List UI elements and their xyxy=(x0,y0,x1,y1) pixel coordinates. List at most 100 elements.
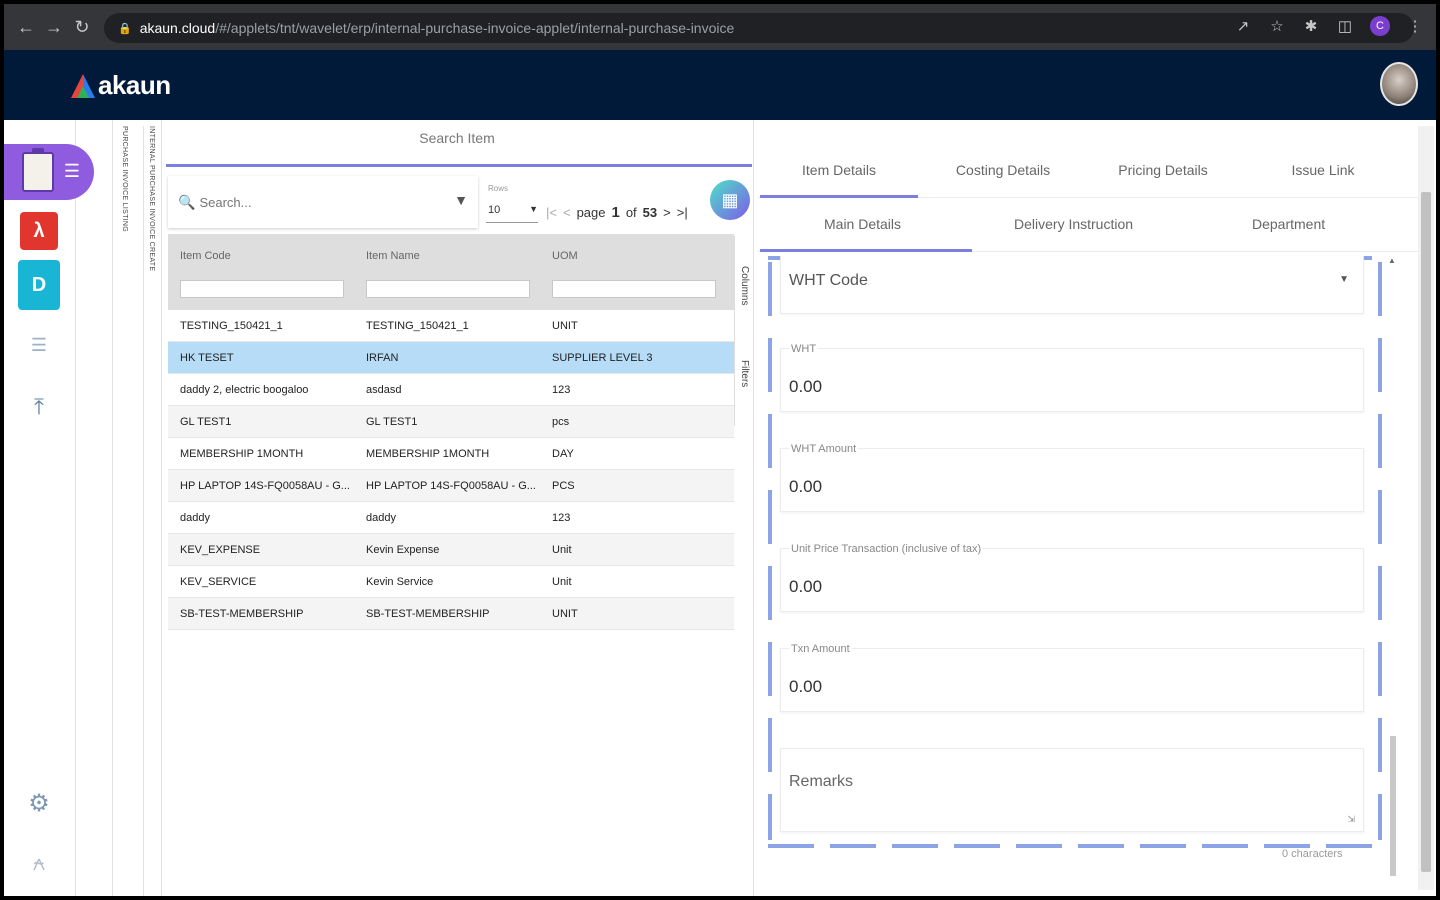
address-bar[interactable]: 🔒 akaun.cloud/#/applets/tnt/wavelet/erp/… xyxy=(104,13,1414,43)
item-code-cell: HK TESET xyxy=(180,352,234,364)
table-row[interactable]: TESTING_150421_1 TESTING_150421_1 UNIT xyxy=(168,310,734,342)
profile-icon[interactable]: C xyxy=(1370,16,1390,36)
uom-filter-input[interactable] xyxy=(552,280,716,298)
current-page: 1 xyxy=(611,204,620,221)
table-row[interactable]: GL TEST1 GL TEST1 pcs xyxy=(168,406,734,438)
table-row-selected[interactable]: HK TESET IRFAN SUPPLIER LEVEL 3 xyxy=(168,342,734,374)
reload-icon[interactable]: ↻ xyxy=(68,13,96,41)
wht-amount-field[interactable]: WHT Amount 0.00 xyxy=(780,443,1364,512)
wht-amount-label: WHT Amount xyxy=(789,443,859,455)
item-code-cell: TESTING_150421_1 xyxy=(180,320,283,332)
uom-cell: PCS xyxy=(552,480,575,492)
caret-down-icon: ▼ xyxy=(1339,274,1349,285)
tab-item-details[interactable]: Item Details xyxy=(760,162,918,178)
pdf-icon[interactable]: λ xyxy=(20,212,58,250)
character-count: 0 characters xyxy=(1282,848,1343,860)
column-header-item-code[interactable]: Item Code xyxy=(180,250,231,262)
columns-toggle[interactable]: Columns xyxy=(739,266,750,305)
table-row[interactable]: SB-TEST-MEMBERSHIP SB-TEST-MEMBERSHIP UN… xyxy=(168,598,734,630)
uom-cell: Unit xyxy=(552,544,572,556)
prev-page-icon[interactable]: < xyxy=(563,205,571,220)
back-icon[interactable]: ← xyxy=(12,13,40,41)
table-row[interactable]: HP LAPTOP 14S-FQ0058AU - G... HP LAPTOP … xyxy=(168,470,734,502)
item-name-cell: GL TEST1 xyxy=(366,416,418,428)
table-row[interactable]: daddy 2, electric boogaloo asdasd 123 xyxy=(168,374,734,406)
column-header-item-name[interactable]: Item Name xyxy=(366,250,420,262)
document-icon[interactable]: D xyxy=(18,260,60,310)
last-page-icon[interactable]: >| xyxy=(677,205,688,220)
item-name-cell: MEMBERSHIP 1MONTH xyxy=(366,448,490,460)
url-host: akaun.cloud xyxy=(139,20,216,36)
rows-label: Rows xyxy=(488,184,509,193)
form-scroll-thumb[interactable] xyxy=(1390,736,1396,876)
extensions-icon[interactable]: ✱ xyxy=(1302,17,1320,35)
detail-subtabs: Main Details Delivery Instruction Depart… xyxy=(758,200,1432,252)
rows-per-page-select[interactable]: Rows 10 ▼ xyxy=(486,176,538,228)
wht-field[interactable]: WHT 0.00 xyxy=(780,343,1364,412)
list-icon[interactable]: ☰ xyxy=(20,326,58,364)
app-header: akaun xyxy=(4,50,1436,120)
item-code-cell: HP LAPTOP 14S-FQ0058AU - G... xyxy=(180,480,350,492)
tab-costing-details[interactable]: Costing Details xyxy=(924,162,1082,178)
drop-zone-border-left xyxy=(768,262,772,840)
menu-expand-icon[interactable]: ☰ xyxy=(64,161,80,182)
subtab-main-details[interactable]: Main Details xyxy=(824,216,901,232)
remarks-textarea[interactable]: Remarks ⇲ xyxy=(780,748,1364,832)
browser-actions: ↗ ☆ ✱ ◫ C ⋮ xyxy=(1234,16,1424,36)
panel-scroll-thumb[interactable] xyxy=(1421,192,1431,872)
unit-price-field[interactable]: Unit Price Transaction (inclusive of tax… xyxy=(780,543,1364,612)
resize-handle-icon[interactable]: ⇲ xyxy=(1347,814,1355,825)
filter-icon[interactable]: ▼ xyxy=(454,192,468,208)
item-name-cell: asdasd xyxy=(366,384,402,396)
avatar[interactable] xyxy=(1380,62,1418,106)
forward-icon[interactable]: → xyxy=(40,13,68,41)
active-subtab-indicator xyxy=(760,249,972,252)
wht-code-label: WHT Code xyxy=(789,272,868,289)
share-icon[interactable]: ↗ xyxy=(1234,17,1252,35)
kebab-menu-icon[interactable]: ⋮ xyxy=(1406,17,1424,35)
of-label: of xyxy=(625,205,637,220)
next-page-icon[interactable]: > xyxy=(663,205,671,220)
grid-view-button[interactable]: ▦ xyxy=(710,180,750,220)
vtab-invoice-listing[interactable]: PURCHASE INVOICE LISTING xyxy=(121,126,128,232)
sidepanel-icon[interactable]: ◫ xyxy=(1336,17,1354,35)
panel-scrollbar[interactable] xyxy=(1418,126,1434,890)
browser-toolbar: ← → ↻ 🔒 akaun.cloud/#/applets/tnt/wavele… xyxy=(4,4,1436,50)
subtab-department[interactable]: Department xyxy=(1252,216,1325,232)
vtab-invoice-create[interactable]: INTERNAL PURCHASE INVOICE CREATE xyxy=(143,126,155,896)
table-row[interactable]: daddy daddy 123 xyxy=(168,502,734,534)
pagination: |< < page 1 of 53 > >| xyxy=(546,204,688,221)
tab-issue-link[interactable]: Issue Link xyxy=(1244,162,1402,178)
wht-code-select[interactable]: WHT Code ▼ xyxy=(780,256,1364,314)
item-code-cell: GL TEST1 xyxy=(180,416,232,428)
app-frame: ← → ↻ 🔒 akaun.cloud/#/applets/tnt/wavele… xyxy=(4,4,1436,896)
column-header-uom[interactable]: UOM xyxy=(552,250,578,262)
logo-mark-icon xyxy=(71,73,95,98)
gear-icon[interactable]: ⚙ xyxy=(20,784,58,822)
logo[interactable]: akaun xyxy=(70,70,171,101)
active-applet-button[interactable]: ☰ xyxy=(4,144,94,200)
tab-pricing-details[interactable]: Pricing Details xyxy=(1084,162,1242,178)
first-page-icon[interactable]: |< xyxy=(546,205,557,220)
grid-side-toolbar: Columns Filters xyxy=(734,236,754,426)
page-label: page xyxy=(576,205,606,220)
star-icon[interactable]: ☆ xyxy=(1268,17,1286,35)
table-row[interactable]: KEV_EXPENSE Kevin Expense Unit xyxy=(168,534,734,566)
table-row[interactable]: KEV_SERVICE Kevin Service Unit xyxy=(168,566,734,598)
item-code-filter-input[interactable] xyxy=(180,280,344,298)
subtab-delivery-instruction[interactable]: Delivery Instruction xyxy=(1014,216,1133,232)
scroll-up-icon[interactable]: ▲ xyxy=(1388,256,1396,265)
uom-cell: Unit xyxy=(552,576,572,588)
headset-icon[interactable]: ⍲ xyxy=(20,844,58,882)
upload-icon[interactable]: ⤒ xyxy=(20,388,58,426)
search-input[interactable] xyxy=(199,194,440,210)
uom-cell: UNIT xyxy=(552,608,578,620)
form-scrollbar[interactable]: ▲ xyxy=(1388,256,1398,886)
unit-price-label: Unit Price Transaction (inclusive of tax… xyxy=(789,543,984,555)
filters-toggle[interactable]: Filters xyxy=(739,360,750,387)
table-row[interactable]: MEMBERSHIP 1MONTH MEMBERSHIP 1MONTH DAY xyxy=(168,438,734,470)
item-name-filter-input[interactable] xyxy=(366,280,530,298)
txn-amount-label: Txn Amount xyxy=(789,643,852,655)
txn-amount-field[interactable]: Txn Amount 0.00 xyxy=(780,643,1364,712)
clipboard-icon xyxy=(22,148,54,192)
